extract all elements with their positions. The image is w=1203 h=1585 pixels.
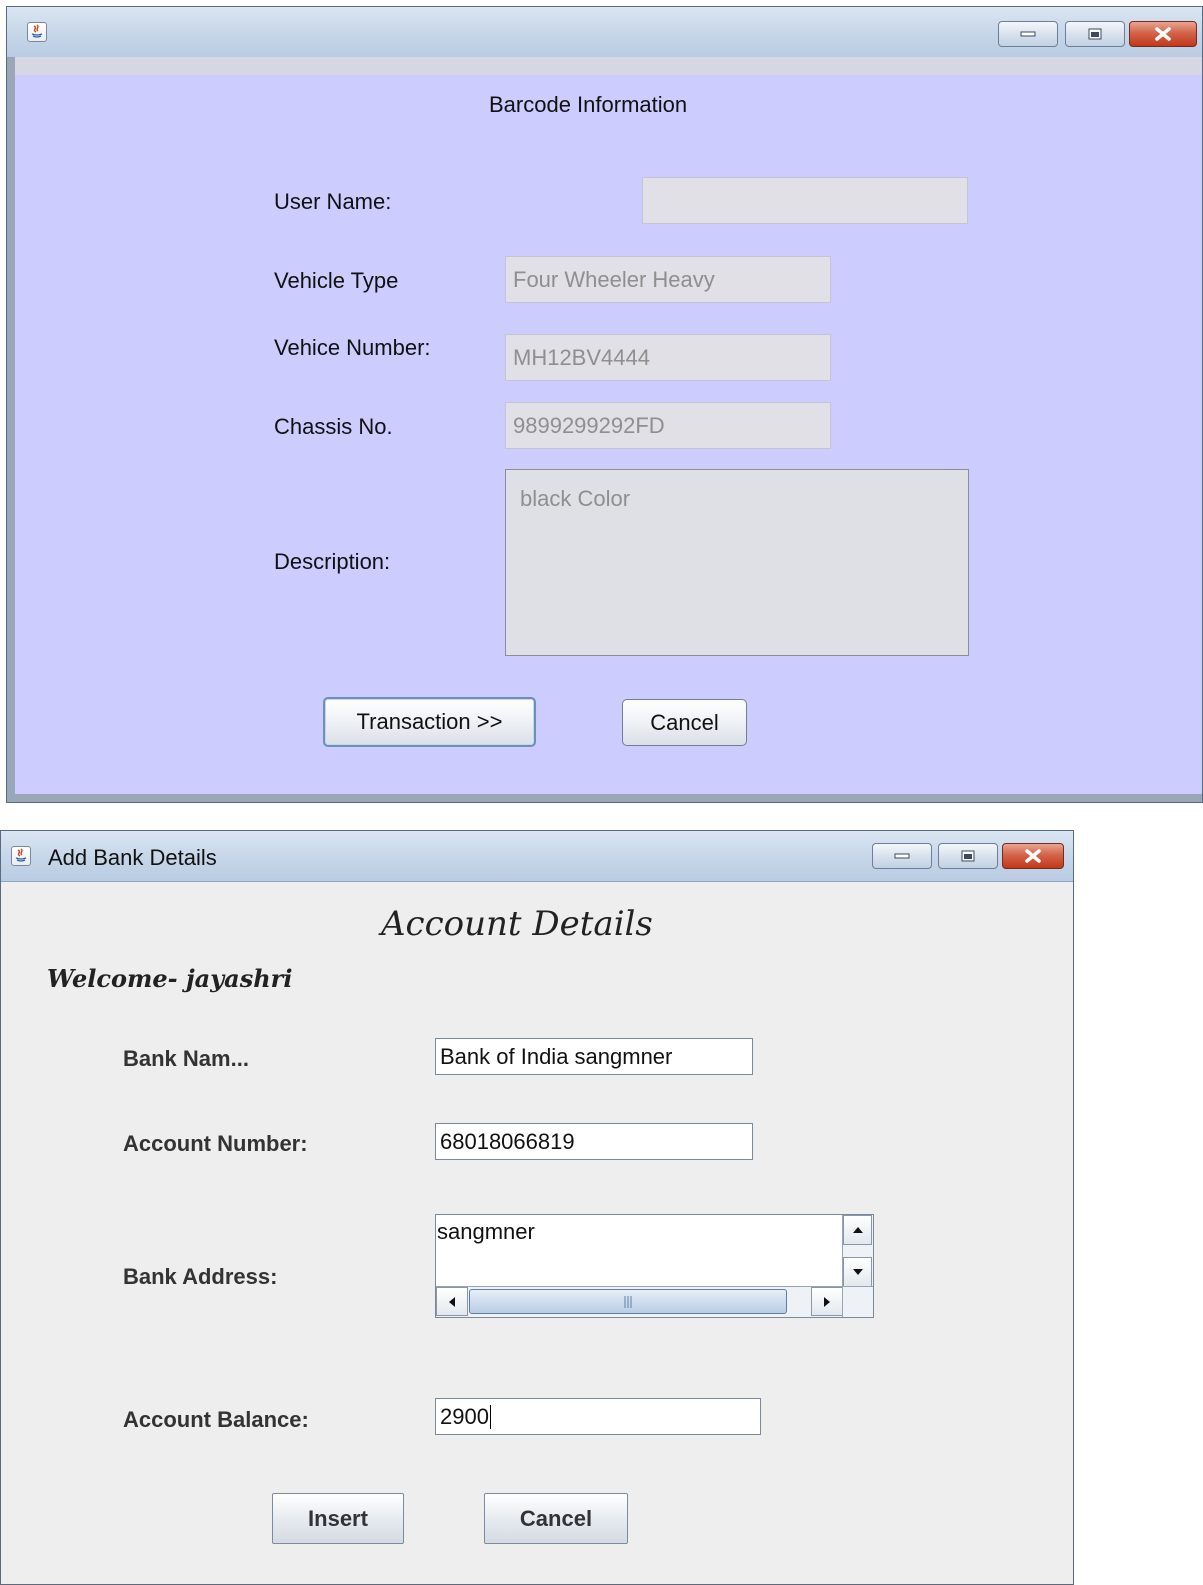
scroll-left-button[interactable] — [436, 1287, 468, 1316]
minimize-icon — [1020, 31, 1036, 37]
minimize-button[interactable] — [872, 843, 932, 869]
close-button[interactable] — [1002, 843, 1064, 869]
bank-address-scrollpane[interactable]: sangmner — [435, 1214, 874, 1318]
bank-address-textarea[interactable]: sangmner — [437, 1219, 535, 1245]
vehicle-number-field[interactable]: MH12BV4444 — [505, 334, 831, 381]
scroll-left-icon — [449, 1296, 455, 1307]
horizontal-scrollbar[interactable] — [436, 1286, 843, 1317]
user-name-label: User Name: — [274, 189, 392, 214]
barcode-information-window: Barcode Information User Name: Vehicle T… — [6, 6, 1203, 803]
scroll-up-icon — [852, 1227, 863, 1233]
vehicle-type-label: Vehicle Type — [274, 268, 399, 293]
insert-button[interactable]: Insert — [272, 1493, 404, 1544]
form-heading: Account Details — [381, 904, 653, 944]
scroll-right-button[interactable] — [811, 1287, 843, 1316]
close-button[interactable] — [1129, 21, 1197, 47]
title-bar[interactable] — [7, 7, 1202, 58]
java-icon — [11, 846, 31, 866]
account-balance-field[interactable]: 2900 — [435, 1398, 761, 1435]
scroll-down-icon — [852, 1269, 863, 1275]
maximize-button[interactable] — [938, 843, 998, 869]
scroll-corner — [842, 1286, 873, 1317]
welcome-label: Welcome- jayashri — [47, 964, 293, 993]
cancel-button[interactable]: Cancel — [622, 699, 747, 746]
close-icon — [1025, 849, 1041, 863]
account-number-field[interactable]: 68018066819 — [435, 1123, 753, 1160]
minimize-button[interactable] — [998, 21, 1058, 47]
description-label: Description: — [274, 549, 391, 574]
menu-strip — [15, 57, 1202, 75]
bank-name-label: Bank Nam... — [123, 1046, 249, 1071]
bank-name-field[interactable]: Bank of India sangmner — [435, 1038, 753, 1075]
scroll-down-button[interactable] — [843, 1257, 872, 1287]
close-icon — [1155, 27, 1171, 41]
maximize-icon — [961, 850, 975, 862]
transaction-button[interactable]: Transaction >> — [323, 697, 536, 747]
account-number-label: Account Number: — [123, 1131, 308, 1156]
maximize-icon — [1088, 28, 1102, 40]
minimize-icon — [894, 853, 910, 859]
vertical-scrollbar[interactable] — [842, 1215, 873, 1287]
user-name-field[interactable] — [642, 177, 968, 224]
barcode-form-panel: Barcode Information User Name: Vehicle T… — [15, 75, 1202, 794]
scroll-up-button[interactable] — [843, 1215, 872, 1245]
maximize-button[interactable] — [1065, 21, 1125, 47]
add-bank-details-window: Add Bank Details Account Details Welcome… — [0, 830, 1074, 1585]
vehicle-type-field[interactable]: Four Wheeler Heavy — [505, 256, 831, 303]
text-caret — [489, 1404, 491, 1429]
account-balance-label: Account Balance: — [123, 1407, 309, 1432]
account-balance-value: 2900 — [440, 1403, 489, 1429]
form-heading: Barcode Information — [489, 92, 688, 117]
scroll-right-icon — [824, 1296, 830, 1307]
cancel-button[interactable]: Cancel — [484, 1493, 628, 1544]
horizontal-scroll-thumb[interactable] — [469, 1289, 787, 1314]
vehicle-number-label: Vehice Number: — [274, 335, 431, 360]
chassis-no-label: Chassis No. — [274, 414, 393, 439]
java-icon — [27, 22, 47, 42]
description-textarea[interactable]: black Color — [505, 469, 969, 656]
bank-address-label: Bank Address: — [123, 1264, 278, 1289]
chassis-no-field[interactable]: 9899299292FD — [505, 402, 831, 449]
title-bar[interactable]: Add Bank Details — [1, 831, 1073, 882]
window-title: Add Bank Details — [48, 845, 217, 870]
